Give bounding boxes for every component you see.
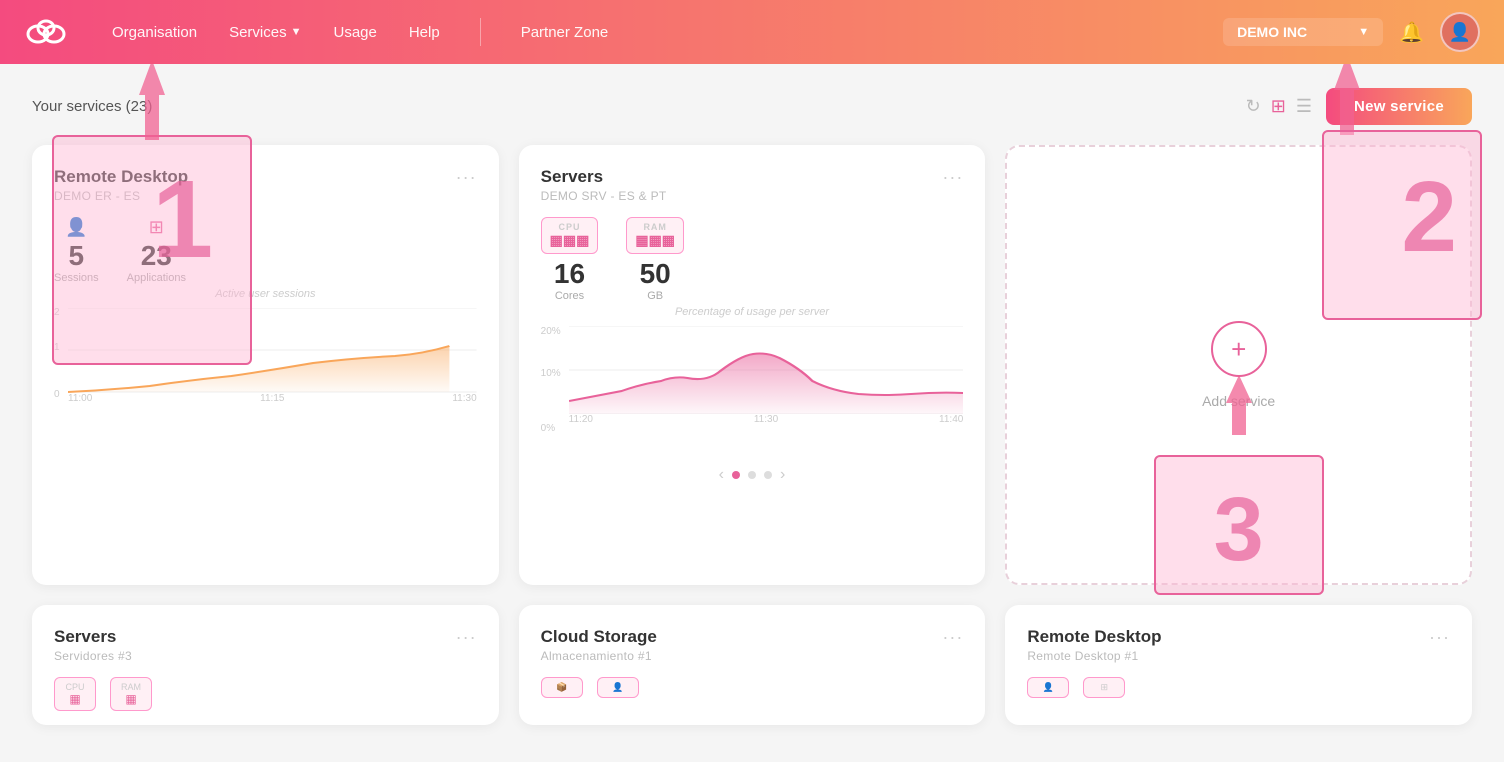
card-menu-button[interactable]: ··· bbox=[456, 167, 477, 188]
top-bar-right: ↻ ⊞ ☰ New service bbox=[1246, 88, 1472, 125]
card-subtitle: DEMO ER - ES bbox=[54, 189, 188, 203]
nav-help[interactable]: Help bbox=[409, 24, 440, 41]
navbar-links: Organisation Services ▼ Usage Help Partn… bbox=[112, 18, 1223, 46]
stat-sessions: 👤 5 Sessions bbox=[54, 217, 99, 284]
sessions-label: Sessions bbox=[54, 272, 99, 284]
stat-cores: CPU ▦▦▦ 16 Cores bbox=[541, 217, 599, 302]
carousel-next-button[interactable]: › bbox=[780, 466, 785, 484]
add-circle-button[interactable]: + bbox=[1211, 321, 1267, 377]
card-header: Servers Servidores #3 ··· bbox=[54, 627, 477, 663]
card-menu-button[interactable]: ··· bbox=[456, 627, 477, 648]
grid-icon: ⊞ bbox=[149, 217, 164, 238]
refresh-icon[interactable]: ↻ bbox=[1246, 96, 1261, 117]
card-header: Servers DEMO SRV - ES & PT ··· bbox=[541, 167, 964, 203]
card-cloud-storage: Cloud Storage Almacenamiento #1 ··· 📦 👤 bbox=[519, 605, 986, 725]
card-servers: Servers DEMO SRV - ES & PT ··· CPU ▦▦▦ 1… bbox=[519, 145, 986, 585]
carousel: ‹ › bbox=[541, 466, 964, 484]
carousel-dot-3[interactable] bbox=[764, 471, 772, 479]
card-header: Remote Desktop Remote Desktop #1 ··· bbox=[1027, 627, 1450, 663]
card-subtitle: Remote Desktop #1 bbox=[1027, 649, 1161, 663]
add-service-card[interactable]: + Add service bbox=[1005, 145, 1472, 585]
card-servers-2: Servers Servidores #3 ··· CPU▦ RAM▦ bbox=[32, 605, 499, 725]
add-service-label: Add service bbox=[1202, 393, 1275, 409]
server-stats: CPU ▦▦▦ 16 Cores RAM ▦▦▦ 50 GB bbox=[541, 217, 964, 302]
ram-count: 50 bbox=[640, 260, 671, 288]
nav-usage[interactable]: Usage bbox=[333, 24, 376, 41]
nav-partner-zone[interactable]: Partner Zone bbox=[521, 24, 609, 41]
chart-time-1140: 11:40 bbox=[939, 414, 963, 425]
chart-time-1120: 11:20 bbox=[569, 414, 593, 425]
card-stats: 👤 5 Sessions ⊞ 23 Applications bbox=[54, 217, 477, 284]
navbar: Organisation Services ▼ Usage Help Partn… bbox=[0, 0, 1504, 64]
view-icons: ↻ ⊞ ☰ bbox=[1246, 96, 1312, 117]
navbar-right: DEMO INC ▼ 🔔 👤 bbox=[1223, 12, 1480, 52]
grid-view-icon[interactable]: ⊞ bbox=[1271, 96, 1286, 117]
card-remote-desktop: Remote Desktop DEMO ER - ES ··· 👤 5 Sess… bbox=[32, 145, 499, 585]
card-subtitle: Servidores #3 bbox=[54, 649, 132, 663]
nav-organisation[interactable]: Organisation bbox=[112, 24, 197, 41]
card-subtitle: Almacenamiento #1 bbox=[541, 649, 657, 663]
user-icon: 👤 bbox=[65, 217, 87, 238]
card-remote-desktop-2: Remote Desktop Remote Desktop #1 ··· 👤 ⊞ bbox=[1005, 605, 1472, 725]
nav-services[interactable]: Services ▼ bbox=[229, 24, 301, 41]
company-chevron-icon: ▼ bbox=[1358, 26, 1369, 38]
card-desc: Active user sessions bbox=[54, 288, 477, 300]
card-menu-button[interactable]: ··· bbox=[1429, 627, 1450, 648]
stat-applications: ⊞ 23 Applications bbox=[127, 217, 186, 284]
card-desc: Percentage of usage per server bbox=[541, 306, 964, 318]
carousel-prev-button[interactable]: ‹ bbox=[719, 466, 724, 484]
card-subtitle: DEMO SRV - ES & PT bbox=[541, 189, 667, 203]
card-menu-button[interactable]: ··· bbox=[942, 167, 963, 188]
chart-time-1130: 11:30 bbox=[452, 393, 476, 404]
top-bar: Your services (23) ↻ ⊞ ☰ New service bbox=[32, 88, 1472, 125]
applications-count: 23 bbox=[141, 242, 172, 270]
carousel-dot-2[interactable] bbox=[748, 471, 756, 479]
card-title: Servers bbox=[54, 627, 132, 647]
company-name: DEMO INC bbox=[1237, 24, 1307, 40]
bottom-cards-row: Servers Servidores #3 ··· CPU▦ RAM▦ Clou… bbox=[32, 605, 1472, 725]
services-grid: Remote Desktop DEMO ER - ES ··· 👤 5 Sess… bbox=[32, 145, 1472, 585]
cores-count: 16 bbox=[554, 260, 585, 288]
chart-time-1130: 11:30 bbox=[754, 414, 778, 425]
avatar[interactable]: 👤 bbox=[1440, 12, 1480, 52]
card-title: Remote Desktop bbox=[54, 167, 188, 187]
main-content: Your services (23) ↻ ⊞ ☰ New service Rem… bbox=[0, 64, 1504, 762]
nav-divider bbox=[480, 18, 481, 46]
card-add-wrapper: 2 + Add service 3 bbox=[1005, 145, 1472, 585]
applications-label: Applications bbox=[127, 272, 186, 284]
card-header: Cloud Storage Almacenamiento #1 ··· bbox=[541, 627, 964, 663]
ram-label: GB bbox=[647, 290, 663, 302]
chevron-down-icon: ▼ bbox=[291, 26, 302, 38]
logo[interactable] bbox=[24, 12, 72, 53]
card-header: Remote Desktop DEMO ER - ES ··· bbox=[54, 167, 477, 203]
card-title: Servers bbox=[541, 167, 667, 187]
avatar-image: 👤 bbox=[1449, 22, 1471, 43]
chart-time-1115: 11:15 bbox=[260, 393, 284, 404]
sessions-count: 5 bbox=[69, 242, 85, 270]
stat-ram: RAM ▦▦▦ 50 GB bbox=[626, 217, 684, 302]
notifications-bell-icon[interactable]: 🔔 bbox=[1399, 20, 1424, 45]
card-menu-button[interactable]: ··· bbox=[942, 627, 963, 648]
cores-label: Cores bbox=[555, 290, 584, 302]
chart-time-1100: 11:00 bbox=[68, 393, 92, 404]
services-count-title: Your services (23) bbox=[32, 98, 152, 115]
company-selector[interactable]: DEMO INC ▼ bbox=[1223, 18, 1383, 46]
carousel-dot-1[interactable] bbox=[732, 471, 740, 479]
new-service-button[interactable]: New service bbox=[1326, 88, 1472, 125]
card-title: Cloud Storage bbox=[541, 627, 657, 647]
list-view-icon[interactable]: ☰ bbox=[1296, 96, 1312, 117]
card-title: Remote Desktop bbox=[1027, 627, 1161, 647]
